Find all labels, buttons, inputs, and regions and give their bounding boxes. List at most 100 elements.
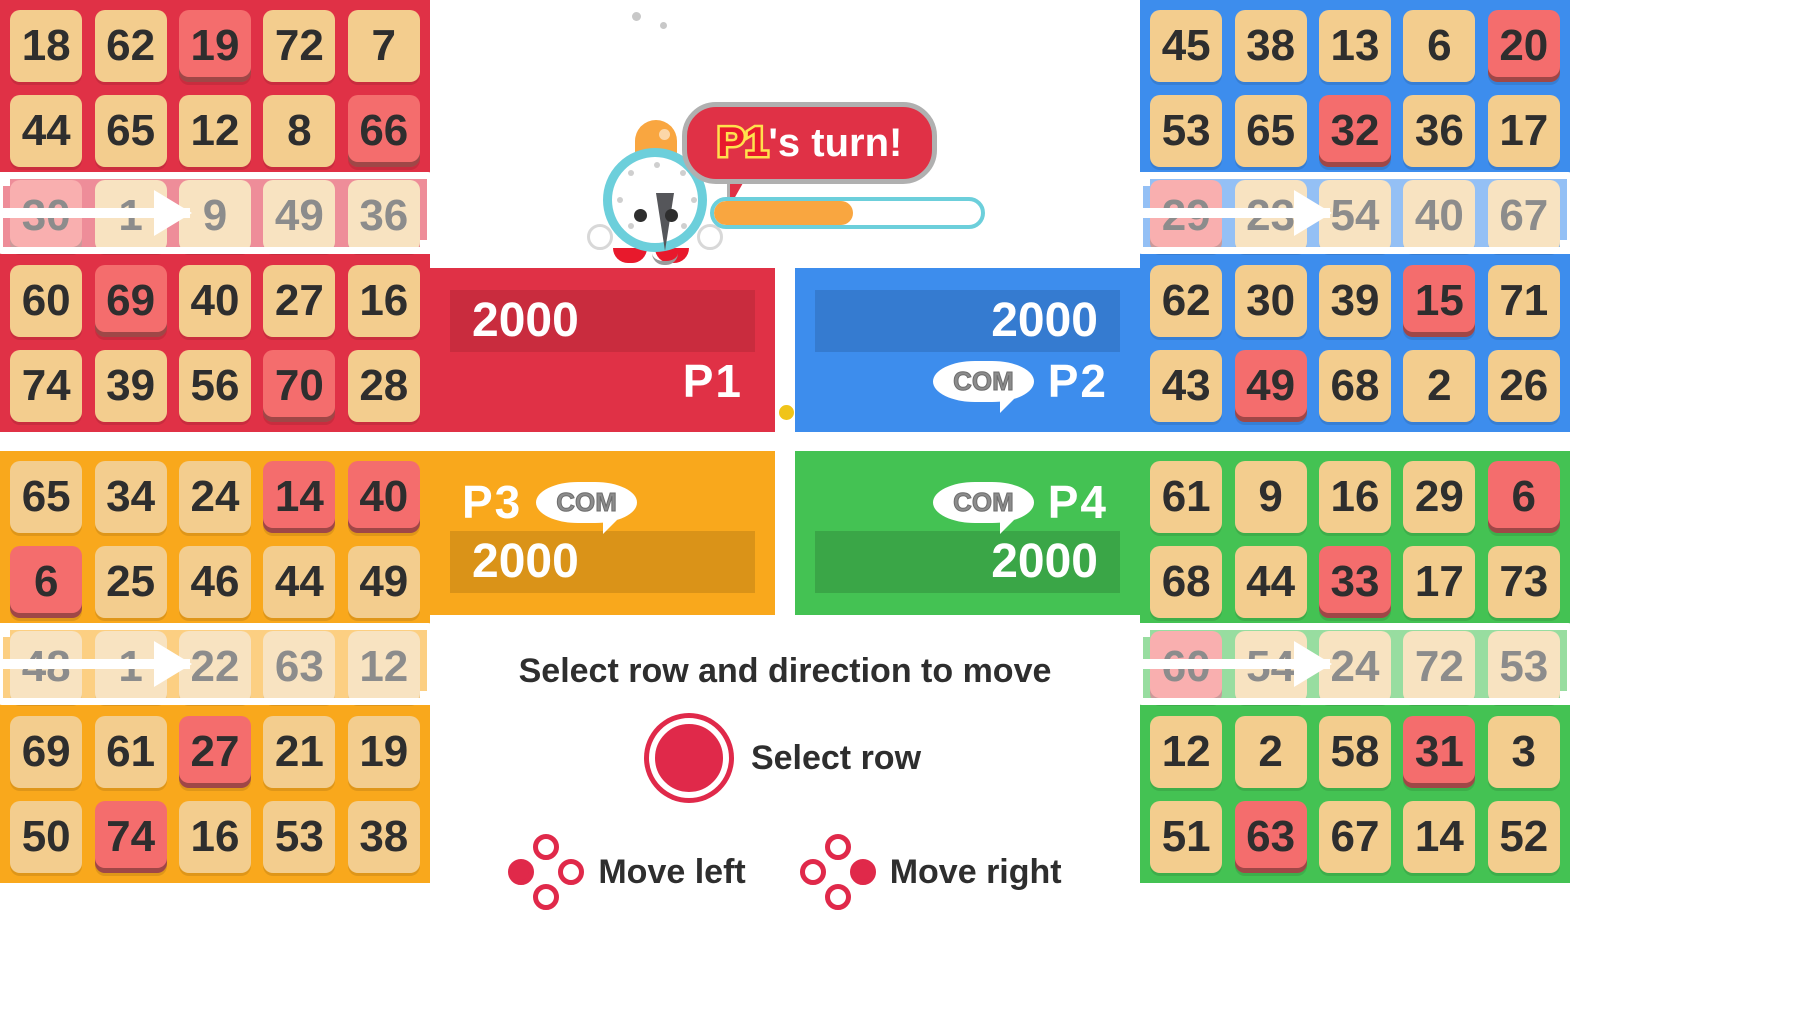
grid-cell[interactable]: 61 xyxy=(1144,455,1228,540)
grid-cell[interactable]: 36 xyxy=(1397,89,1481,174)
number-tile-marked[interactable]: 20 xyxy=(1487,10,1560,83)
grid-cell[interactable]: 28 xyxy=(342,343,426,428)
number-tile[interactable]: 24 xyxy=(1318,630,1391,703)
grid-cell[interactable]: 74 xyxy=(88,794,172,879)
number-tile-marked[interactable]: 29 xyxy=(1150,179,1223,252)
number-tile[interactable]: 61 xyxy=(94,715,167,788)
number-tile-marked[interactable]: 40 xyxy=(347,461,420,534)
number-tile[interactable]: 12 xyxy=(1150,715,1223,788)
number-tile[interactable]: 45 xyxy=(1150,10,1223,83)
grid-cell[interactable]: 69 xyxy=(4,709,88,794)
number-tile[interactable]: 43 xyxy=(1150,349,1223,422)
grid-cell[interactable]: 32 xyxy=(1313,89,1397,174)
grid-cell[interactable]: 58 xyxy=(1313,709,1397,794)
number-tile[interactable]: 16 xyxy=(347,264,420,337)
grid-cell[interactable]: 65 xyxy=(1228,89,1312,174)
grid-cell[interactable]: 39 xyxy=(88,343,172,428)
grid-cell[interactable]: 36 xyxy=(342,174,426,259)
grid-cell[interactable]: 72 xyxy=(1397,625,1481,710)
grid-cell[interactable]: 44 xyxy=(4,89,88,174)
grid-cell[interactable]: 49 xyxy=(1228,343,1312,428)
grid-cell[interactable]: 38 xyxy=(1228,4,1312,89)
number-tile[interactable]: 13 xyxy=(1318,10,1391,83)
grid-cell[interactable]: 2 xyxy=(1397,343,1481,428)
number-tile[interactable]: 1 xyxy=(94,179,167,252)
number-tile[interactable]: 68 xyxy=(1318,349,1391,422)
grid-cell[interactable]: 60 xyxy=(4,258,88,343)
grid-cell[interactable]: 2 xyxy=(1228,709,1312,794)
number-tile[interactable]: 44 xyxy=(10,95,83,168)
number-tile[interactable]: 58 xyxy=(1318,715,1391,788)
number-tile[interactable]: 61 xyxy=(1150,461,1223,534)
number-tile-marked[interactable]: 60 xyxy=(1150,630,1223,703)
grid-cell[interactable]: 21 xyxy=(257,709,341,794)
number-tile[interactable]: 24 xyxy=(178,461,251,534)
number-tile-marked[interactable]: 14 xyxy=(263,461,336,534)
number-tile[interactable]: 49 xyxy=(263,179,336,252)
grid-cell[interactable]: 6 xyxy=(1482,455,1566,540)
help-move-left-option[interactable]: Move left xyxy=(508,834,746,910)
number-tile[interactable]: 51 xyxy=(1150,800,1223,873)
number-tile[interactable]: 19 xyxy=(347,715,420,788)
number-tile[interactable]: 53 xyxy=(263,800,336,873)
grid-cell[interactable]: 53 xyxy=(1482,625,1566,710)
number-tile-marked[interactable]: 74 xyxy=(94,800,167,873)
number-tile-marked[interactable]: 66 xyxy=(347,95,420,168)
number-tile-marked[interactable]: 19 xyxy=(178,10,251,83)
number-tile[interactable]: 50 xyxy=(10,800,83,873)
grid-cell[interactable]: 1 xyxy=(88,174,172,259)
number-tile[interactable]: 12 xyxy=(178,95,251,168)
number-tile[interactable]: 44 xyxy=(1234,546,1307,619)
number-tile[interactable]: 3 xyxy=(1487,715,1560,788)
grid-cell[interactable]: 38 xyxy=(342,794,426,879)
grid-cell[interactable]: 65 xyxy=(4,455,88,540)
player-grid-p1[interactable]: 18 62 19 72 7 44 65 12 8 66 30 1 9 49 36 60 69 40 27 16 74 39… xyxy=(0,0,434,432)
grid-cell[interactable]: 40 xyxy=(342,455,426,540)
number-tile[interactable]: 6 xyxy=(1403,10,1476,83)
grid-cell[interactable]: 68 xyxy=(1313,343,1397,428)
grid-cell[interactable]: 51 xyxy=(1144,794,1228,879)
grid-cell[interactable]: 63 xyxy=(1228,794,1312,879)
grid-cell[interactable]: 73 xyxy=(1482,540,1566,625)
grid-cell[interactable]: 29 xyxy=(1144,174,1228,259)
grid-cell[interactable]: 17 xyxy=(1482,89,1566,174)
number-tile-marked[interactable]: 70 xyxy=(263,349,336,422)
number-tile[interactable]: 40 xyxy=(1403,179,1476,252)
number-tile[interactable]: 62 xyxy=(94,10,167,83)
number-tile[interactable]: 69 xyxy=(10,715,83,788)
help-select-row-option[interactable]: Select row xyxy=(648,718,921,798)
grid-cell[interactable]: 62 xyxy=(1144,258,1228,343)
grid-cell[interactable]: 14 xyxy=(257,455,341,540)
number-tile-marked[interactable]: 32 xyxy=(1318,95,1391,168)
number-tile[interactable]: 14 xyxy=(1403,800,1476,873)
number-tile[interactable]: 17 xyxy=(1487,95,1560,168)
number-tile[interactable]: 53 xyxy=(1150,95,1223,168)
number-tile[interactable]: 67 xyxy=(1318,800,1391,873)
grid-cell[interactable]: 53 xyxy=(1144,89,1228,174)
number-tile[interactable]: 53 xyxy=(1487,630,1560,703)
grid-cell[interactable]: 50 xyxy=(4,794,88,879)
number-tile[interactable]: 39 xyxy=(1318,264,1391,337)
number-tile-marked[interactable]: 49 xyxy=(1234,349,1307,422)
number-tile[interactable]: 71 xyxy=(1487,264,1560,337)
number-tile[interactable]: 16 xyxy=(1318,461,1391,534)
grid-cell[interactable]: 49 xyxy=(257,174,341,259)
grid-cell[interactable]: 13 xyxy=(1313,4,1397,89)
player-grid-p4[interactable]: 61 9 16 29 6 68 44 33 17 73 60 54 24 72 53 12 2 58 31 3 51 63… xyxy=(1100,451,1574,883)
number-tile[interactable]: 44 xyxy=(263,546,336,619)
grid-cell[interactable]: 26 xyxy=(1482,343,1566,428)
grid-cell[interactable]: 46 xyxy=(173,540,257,625)
grid-cell[interactable]: 33 xyxy=(1313,540,1397,625)
number-tile-marked[interactable]: 15 xyxy=(1403,264,1476,337)
number-tile-marked[interactable]: 30 xyxy=(10,179,83,252)
number-tile[interactable]: 1 xyxy=(94,630,167,703)
grid-cell[interactable]: 40 xyxy=(1397,174,1481,259)
number-tile-marked[interactable]: 31 xyxy=(1403,715,1476,788)
number-tile[interactable]: 62 xyxy=(1150,264,1223,337)
number-tile[interactable]: 74 xyxy=(10,349,83,422)
number-tile[interactable]: 36 xyxy=(1403,95,1476,168)
number-tile[interactable]: 38 xyxy=(1234,10,1307,83)
number-tile[interactable]: 54 xyxy=(1318,179,1391,252)
grid-cell[interactable]: 1 xyxy=(88,625,172,710)
grid-cell[interactable]: 27 xyxy=(173,709,257,794)
